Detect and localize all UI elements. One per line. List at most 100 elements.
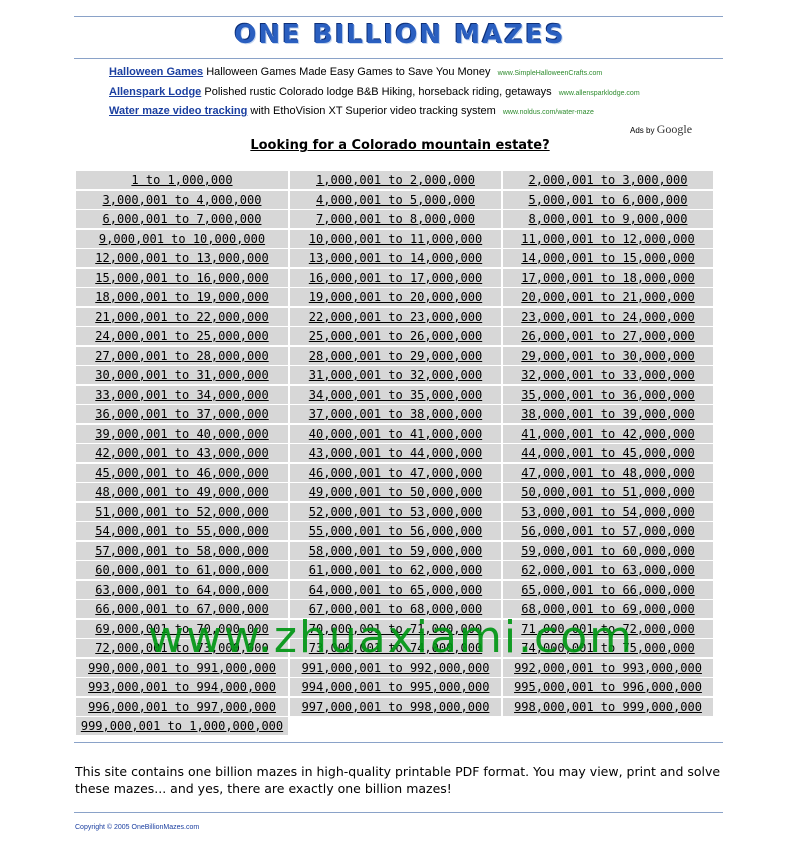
ad-item: Allenspark Lodge Polished rustic Colorad… (109, 86, 709, 106)
maze-range-link[interactable]: 27,000,001 to 28,000,000 (76, 346, 288, 365)
colorado-estate-link[interactable]: Looking for a Colorado mountain estate? (0, 138, 800, 153)
header-divider (74, 58, 723, 59)
range-row: 57,000,001 to 58,000,000 58,000,001 to 59… (76, 541, 723, 562)
range-row: 9,000,001 to 10,000,000 10,000,001 to 11,… (76, 229, 723, 250)
maze-range-link[interactable]: 3,000,001 to 4,000,000 (76, 190, 288, 209)
maze-range-link[interactable]: 16,000,001 to 17,000,000 (290, 268, 501, 287)
maze-range-link[interactable]: 9,000,001 to 10,000,000 (76, 229, 288, 248)
ads-by-google[interactable]: Ads by Google (630, 122, 692, 137)
maze-range-link[interactable]: 54,000,001 to 55,000,000 (76, 522, 288, 540)
maze-range-link[interactable]: 996,000,001 to 997,000,000 (76, 697, 288, 716)
maze-range-link[interactable]: 61,000,001 to 62,000,000 (290, 561, 501, 579)
maze-range-link[interactable]: 52,000,001 to 53,000,000 (290, 502, 501, 521)
maze-range-link[interactable]: 42,000,001 to 43,000,000 (76, 444, 288, 462)
ad-link-halloween-games[interactable]: Halloween Games (109, 66, 203, 78)
range-row: 999,000,001 to 1,000,000,000 (76, 717, 723, 737)
site-logo[interactable]: ONE BILLION MAZES (0, 20, 800, 50)
maze-range-link[interactable]: 18,000,001 to 19,000,000 (76, 288, 288, 306)
maze-range-link[interactable]: 26,000,001 to 27,000,000 (503, 327, 713, 345)
maze-range-link[interactable]: 44,000,001 to 45,000,000 (503, 444, 713, 462)
maze-range-link[interactable]: 39,000,001 to 40,000,000 (76, 424, 288, 443)
maze-range-link[interactable]: 48,000,001 to 49,000,000 (76, 483, 288, 501)
ad-item: Halloween Games Halloween Games Made Eas… (109, 66, 709, 86)
maze-range-link[interactable]: 28,000,001 to 29,000,000 (290, 346, 501, 365)
maze-range-link[interactable]: 994,000,001 to 995,000,000 (290, 678, 501, 696)
maze-range-link[interactable]: 49,000,001 to 50,000,000 (290, 483, 501, 501)
maze-range-link[interactable]: 53,000,001 to 54,000,000 (503, 502, 713, 521)
maze-range-link[interactable]: 35,000,001 to 36,000,000 (503, 385, 713, 404)
top-divider (74, 16, 723, 17)
ad-block: Halloween Games Halloween Games Made Eas… (109, 66, 709, 125)
footer-divider (74, 742, 723, 743)
maze-range-link[interactable]: 19,000,001 to 20,000,000 (290, 288, 501, 306)
range-row: 1 to 1,000,000 1,000,001 to 2,000,000 2,00… (76, 171, 723, 191)
range-row: 30,000,001 to 31,000,000 31,000,001 to 32… (76, 366, 723, 386)
maze-range-link[interactable]: 50,000,001 to 51,000,000 (503, 483, 713, 501)
maze-range-link[interactable]: 37,000,001 to 38,000,000 (290, 405, 501, 423)
maze-range-link[interactable]: 998,000,001 to 999,000,000 (503, 697, 713, 716)
ad-url[interactable]: www.noldus.com/water-maze (503, 109, 594, 116)
maze-range-link[interactable]: 31,000,001 to 32,000,000 (290, 366, 501, 384)
range-row: 63,000,001 to 64,000,000 64,000,001 to 65… (76, 580, 723, 601)
maze-range-link[interactable]: 34,000,001 to 35,000,000 (290, 385, 501, 404)
maze-range-link[interactable]: 29,000,001 to 30,000,000 (503, 346, 713, 365)
maze-range-link[interactable]: 33,000,001 to 34,000,000 (76, 385, 288, 404)
maze-range-link[interactable]: 58,000,001 to 59,000,000 (290, 541, 501, 560)
maze-range-link[interactable]: 21,000,001 to 22,000,000 (76, 307, 288, 326)
maze-range-link[interactable]: 7,000,001 to 8,000,000 (290, 210, 501, 228)
maze-range-link[interactable]: 20,000,001 to 21,000,000 (503, 288, 713, 306)
maze-range-link[interactable]: 60,000,001 to 61,000,000 (76, 561, 288, 579)
ad-link-allenspark-lodge[interactable]: Allenspark Lodge (109, 86, 201, 98)
maze-range-link[interactable]: 51,000,001 to 52,000,000 (76, 502, 288, 521)
ad-link-water-maze[interactable]: Water maze video tracking (109, 105, 247, 117)
maze-range-link[interactable]: 36,000,001 to 37,000,000 (76, 405, 288, 423)
maze-range-link[interactable]: 59,000,001 to 60,000,000 (503, 541, 713, 560)
ad-description: Halloween Games Made Easy Games to Save … (206, 66, 491, 78)
maze-range-link[interactable]: 45,000,001 to 46,000,000 (76, 463, 288, 482)
maze-range-link[interactable]: 14,000,001 to 15,000,000 (503, 249, 713, 267)
maze-range-link[interactable]: 997,000,001 to 998,000,000 (290, 697, 501, 716)
range-row: 21,000,001 to 22,000,000 22,000,001 to 23… (76, 307, 723, 328)
maze-range-link[interactable]: 10,000,001 to 11,000,000 (290, 229, 501, 248)
maze-range-link[interactable]: 1 to 1,000,000 (76, 171, 288, 189)
copyright-text: Copyright © 2005 OneBillionMazes.com (75, 824, 200, 831)
maze-range-link[interactable]: 12,000,001 to 13,000,000 (76, 249, 288, 267)
maze-range-link[interactable]: 65,000,001 to 66,000,000 (503, 580, 713, 599)
maze-range-link[interactable]: 17,000,001 to 18,000,000 (503, 268, 713, 287)
maze-range-link[interactable]: 56,000,001 to 57,000,000 (503, 522, 713, 540)
maze-range-link[interactable]: 24,000,001 to 25,000,000 (76, 327, 288, 345)
maze-range-link[interactable]: 8,000,001 to 9,000,000 (503, 210, 713, 228)
range-row: 39,000,001 to 40,000,000 40,000,001 to 41… (76, 424, 723, 445)
maze-range-link[interactable]: 23,000,001 to 24,000,000 (503, 307, 713, 326)
maze-range-link[interactable]: 1,000,001 to 2,000,000 (290, 171, 501, 189)
maze-range-link[interactable]: 30,000,001 to 31,000,000 (76, 366, 288, 384)
maze-range-link[interactable]: 43,000,001 to 44,000,000 (290, 444, 501, 462)
maze-range-link[interactable]: 4,000,001 to 5,000,000 (290, 190, 501, 209)
maze-range-link[interactable]: 5,000,001 to 6,000,000 (503, 190, 713, 209)
maze-range-link[interactable]: 46,000,001 to 47,000,000 (290, 463, 501, 482)
maze-range-link[interactable]: 38,000,001 to 39,000,000 (503, 405, 713, 423)
maze-range-link[interactable]: 25,000,001 to 26,000,000 (290, 327, 501, 345)
maze-range-link[interactable]: 999,000,001 to 1,000,000,000 (76, 717, 288, 735)
maze-range-link[interactable]: 22,000,001 to 23,000,000 (290, 307, 501, 326)
ad-url[interactable]: www.SimpleHalloweenCrafts.com (498, 70, 603, 77)
maze-range-link[interactable]: 995,000,001 to 996,000,000 (503, 678, 713, 696)
maze-range-link[interactable]: 62,000,001 to 63,000,000 (503, 561, 713, 579)
maze-range-link[interactable]: 32,000,001 to 33,000,000 (503, 366, 713, 384)
range-row: 36,000,001 to 37,000,000 37,000,001 to 38… (76, 405, 723, 425)
maze-range-link[interactable]: 11,000,001 to 12,000,000 (503, 229, 713, 248)
maze-range-link[interactable]: 6,000,001 to 7,000,000 (76, 210, 288, 228)
maze-range-link[interactable]: 993,000,001 to 994,000,000 (76, 678, 288, 696)
maze-range-link[interactable]: 55,000,001 to 56,000,000 (290, 522, 501, 540)
maze-range-link[interactable]: 63,000,001 to 64,000,000 (76, 580, 288, 599)
maze-range-link[interactable]: 57,000,001 to 58,000,000 (76, 541, 288, 560)
ad-url[interactable]: www.allensparklodge.com (559, 90, 640, 97)
maze-range-link[interactable]: 47,000,001 to 48,000,000 (503, 463, 713, 482)
maze-range-link[interactable]: 41,000,001 to 42,000,000 (503, 424, 713, 443)
google-logo: Google (656, 122, 693, 136)
maze-range-link[interactable]: 13,000,001 to 14,000,000 (290, 249, 501, 267)
maze-range-link[interactable]: 64,000,001 to 65,000,000 (290, 580, 501, 599)
maze-range-link[interactable]: 15,000,001 to 16,000,000 (76, 268, 288, 287)
maze-range-link[interactable]: 40,000,001 to 41,000,000 (290, 424, 501, 443)
maze-range-link[interactable]: 2,000,001 to 3,000,000 (503, 171, 713, 189)
